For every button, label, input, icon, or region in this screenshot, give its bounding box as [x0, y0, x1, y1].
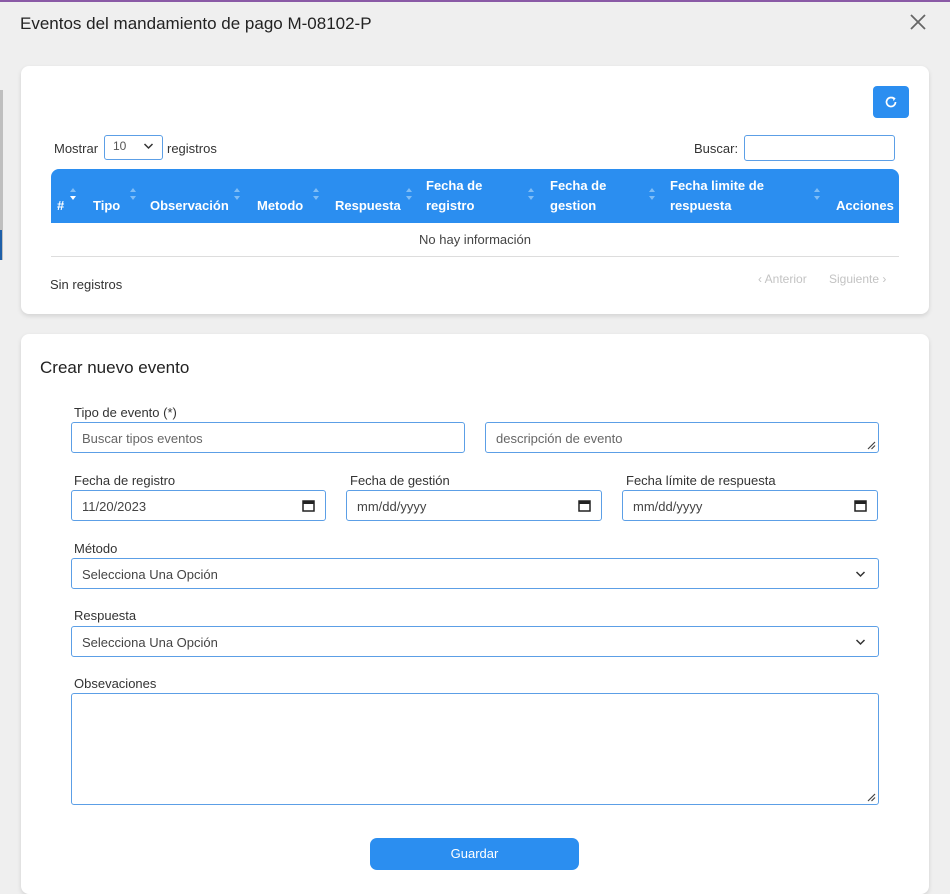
calendar-icon[interactable] — [302, 499, 315, 512]
length-label: Mostrar — [54, 141, 99, 156]
column-header-fecha-gestion[interactable]: Fecha de gestion — [550, 176, 620, 216]
tipo-evento-label: Tipo de evento (*) — [74, 405, 177, 420]
column-header-respuesta[interactable]: Respuesta — [335, 196, 401, 216]
sort-icon — [649, 188, 655, 200]
fecha-limite-input[interactable]: mm/dd/yyyy — [622, 490, 878, 521]
chevron-left-icon: ‹ — [758, 272, 762, 286]
column-header-acciones[interactable]: Acciones — [836, 196, 894, 216]
resize-handle-icon — [867, 793, 876, 802]
pagination-previous[interactable]: ‹ Anterior — [758, 272, 807, 286]
sort-icon — [70, 188, 76, 200]
sort-icon — [130, 188, 136, 200]
fecha-gestion-input[interactable]: mm/dd/yyyy — [346, 490, 602, 521]
refresh-icon — [885, 96, 897, 108]
save-button[interactable]: Guardar — [370, 838, 579, 870]
refresh-button[interactable] — [873, 86, 909, 118]
background-edge-accent — [0, 230, 2, 260]
modal-title: Eventos del mandamiento de pago M-08102-… — [20, 14, 372, 33]
sort-icon — [406, 188, 412, 200]
top-accent-bar — [0, 0, 950, 2]
chevron-down-icon — [855, 571, 866, 578]
column-header-fecha-limite[interactable]: Fecha limite de respuesta — [670, 176, 790, 216]
respuesta-label: Respuesta — [74, 608, 137, 623]
page-length-value: 10 — [113, 139, 127, 153]
table-header: # Tipo Observación Metodo Respuesta Fech… — [51, 169, 899, 223]
observaciones-label: Obsevaciones — [74, 676, 157, 691]
calendar-icon[interactable] — [854, 499, 867, 512]
events-table-card: Mostrar 10 registros Buscar: # Tipo Obse… — [21, 66, 929, 314]
form-title: Crear nuevo evento — [40, 358, 190, 377]
calendar-icon[interactable] — [578, 499, 591, 512]
fecha-registro-label: Fecha de registro — [74, 473, 176, 488]
column-header-number[interactable]: # — [57, 196, 64, 216]
column-header-observacion[interactable]: Observación — [150, 196, 229, 216]
resize-handle-icon — [867, 441, 876, 450]
chevron-down-icon — [855, 639, 866, 646]
chevron-right-icon: › — [882, 272, 887, 286]
pagination-next[interactable]: Siguiente › — [829, 272, 886, 286]
fecha-gestion-label: Fecha de gestión — [350, 473, 450, 488]
search-label: Buscar: — [694, 141, 739, 156]
sort-icon — [234, 188, 240, 200]
sort-icon — [814, 188, 820, 200]
tipo-evento-search-input[interactable]: Buscar tipos eventos — [71, 422, 465, 453]
sort-icon — [313, 188, 319, 200]
page-length-select[interactable]: 10 — [104, 135, 163, 160]
observaciones-textarea[interactable] — [71, 693, 879, 805]
descripcion-evento-textarea[interactable]: descripción de evento — [485, 422, 879, 453]
sort-icon — [528, 188, 534, 200]
search-input[interactable] — [744, 135, 895, 161]
empty-table-message: No hay información — [51, 223, 899, 257]
respuesta-select[interactable]: Selecciona Una Opción — [71, 626, 879, 657]
column-header-fecha-registro[interactable]: Fecha de registro — [426, 176, 496, 216]
length-label-suffix: registros — [167, 141, 217, 156]
close-icon[interactable] — [908, 10, 928, 32]
metodo-label: Método — [74, 541, 118, 556]
metodo-select[interactable]: Selecciona Una Opción — [71, 558, 879, 589]
create-event-card: Crear nuevo evento Tipo de evento (*) Bu… — [21, 334, 929, 894]
column-header-metodo[interactable]: Metodo — [257, 196, 303, 216]
chevron-down-icon — [143, 143, 154, 150]
column-header-tipo[interactable]: Tipo — [93, 196, 120, 216]
table-info: Sin registros — [50, 277, 123, 292]
fecha-registro-input[interactable]: 11/20/2023 — [71, 490, 326, 521]
fecha-limite-label: Fecha límite de respuesta — [626, 473, 776, 488]
